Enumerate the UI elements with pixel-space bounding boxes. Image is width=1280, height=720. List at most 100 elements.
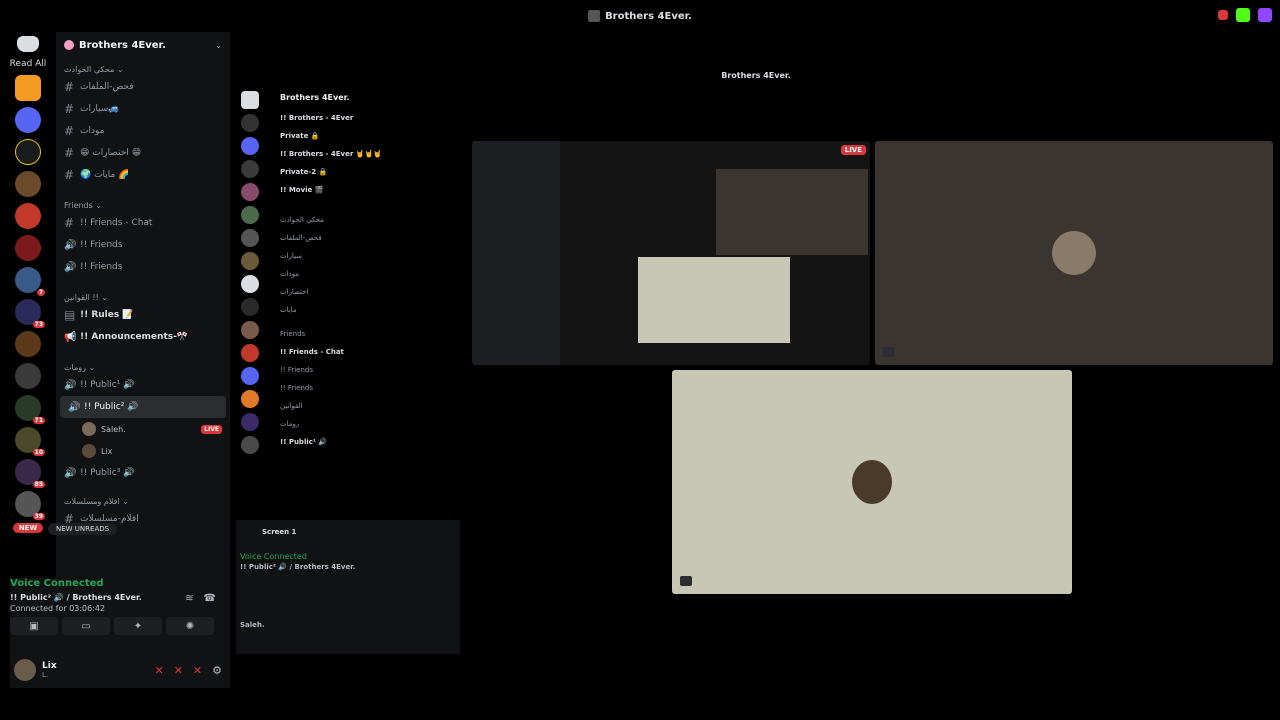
soundboard-button[interactable]: ✺ bbox=[166, 617, 214, 635]
nested-channel[interactable]: فحص-الملفات bbox=[270, 229, 462, 247]
text-channel[interactable]: #!! Friends - Chat bbox=[56, 212, 230, 234]
voice-channel-active[interactable]: 🔊!! Public² 🔊 bbox=[60, 396, 226, 418]
nested-channel[interactable]: مايات bbox=[270, 301, 462, 319]
server-icon[interactable] bbox=[15, 363, 41, 389]
server-icon[interactable] bbox=[241, 321, 259, 339]
headphones-muted-icon[interactable]: ✕ bbox=[193, 664, 202, 677]
voice-channel[interactable]: 🔊!! Friends bbox=[56, 256, 230, 278]
nested-channel[interactable]: !! Brothers - 4Ever bbox=[270, 109, 462, 127]
fullscreen-icon[interactable] bbox=[883, 347, 895, 357]
nested-channel[interactable]: !! Movie 🎬 bbox=[270, 181, 462, 199]
twitch-icon[interactable] bbox=[1258, 8, 1272, 22]
category-header[interactable]: القوانين !! ⌄ bbox=[56, 290, 230, 304]
server-icon[interactable] bbox=[241, 436, 259, 454]
nested-server-name[interactable]: Brothers 4Ever. bbox=[270, 86, 462, 109]
voice-connected-status[interactable]: Voice Connected bbox=[10, 578, 226, 589]
category-header[interactable]: افلام ومسلسلات ⌄ bbox=[56, 494, 230, 508]
chevron-down-icon[interactable]: ⌄ bbox=[215, 41, 222, 50]
stream-tile-camera[interactable] bbox=[672, 370, 1072, 594]
nested-screen-label[interactable]: Screen 1 bbox=[236, 520, 460, 544]
text-channel[interactable]: # مودات bbox=[56, 120, 230, 142]
mic-icon[interactable]: ✕ bbox=[174, 664, 183, 677]
nested-channel[interactable]: Private 🔒 bbox=[270, 127, 462, 145]
server-icon[interactable] bbox=[15, 107, 41, 133]
server-icon[interactable] bbox=[15, 139, 41, 165]
new-unreads-pill[interactable]: NEW UNREADS bbox=[48, 523, 118, 535]
text-channel[interactable]: # 🌍 مايات 🌈 bbox=[56, 164, 230, 186]
text-channel[interactable]: # 😁 اختصارات 😁 bbox=[56, 142, 230, 164]
announcements-channel[interactable]: 📢!! Announcements-🎌 bbox=[56, 326, 230, 348]
voice-channel[interactable]: 🔊!! Public³ 🔊 bbox=[56, 462, 230, 484]
nested-channel[interactable]: !! Friends - Chat bbox=[270, 343, 462, 361]
server-icon[interactable] bbox=[241, 137, 259, 155]
nested-voice-status[interactable]: Voice Connected bbox=[236, 544, 460, 561]
server-icon[interactable]: 85 bbox=[15, 459, 45, 488]
server-icon[interactable] bbox=[241, 206, 259, 224]
server-icon[interactable] bbox=[241, 344, 259, 362]
server-icon[interactable]: 7 bbox=[15, 267, 45, 296]
nested-category[interactable]: رومات bbox=[270, 415, 462, 433]
nested-category[interactable]: محكي الحوادث bbox=[270, 211, 462, 229]
noise-suppression-icon[interactable]: ≋ bbox=[185, 593, 193, 604]
server-icon[interactable] bbox=[241, 390, 259, 408]
camera-button[interactable]: ▣ bbox=[10, 617, 58, 635]
nested-voice-channel[interactable]: !! Public² 🔊 / Brothers 4Ever. bbox=[236, 561, 460, 573]
nested-user-name[interactable]: Saleh. bbox=[236, 619, 460, 631]
stream-tile-camera[interactable] bbox=[875, 141, 1273, 365]
disconnect-icon[interactable]: ☎ bbox=[204, 593, 216, 604]
server-icon[interactable] bbox=[241, 252, 259, 270]
server-icon[interactable] bbox=[15, 331, 41, 357]
nested-channel[interactable]: Private-2 🔒 bbox=[270, 163, 462, 181]
screen-share-button[interactable]: ▭ bbox=[62, 617, 110, 635]
stream-tile-screen[interactable]: LIVE bbox=[472, 141, 870, 365]
nested-channel[interactable]: !! Public¹ 🔊 bbox=[270, 433, 462, 451]
server-icon[interactable]: 10 bbox=[15, 427, 45, 456]
server-icon[interactable] bbox=[241, 91, 259, 109]
server-icon[interactable] bbox=[241, 298, 259, 316]
server-icon[interactable]: 39 bbox=[15, 491, 45, 520]
server-icon[interactable] bbox=[241, 413, 259, 431]
nested-category[interactable]: القوانين bbox=[270, 397, 462, 415]
nested-channel[interactable]: !! Friends bbox=[270, 379, 462, 397]
category-header[interactable]: رومات ⌄ bbox=[56, 360, 230, 374]
server-icon[interactable] bbox=[15, 203, 41, 229]
activity-button[interactable]: ✦ bbox=[114, 617, 162, 635]
nested-category[interactable]: Friends bbox=[270, 325, 462, 343]
discord-home-icon[interactable] bbox=[17, 36, 39, 52]
gear-icon[interactable]: ⚙ bbox=[212, 664, 222, 677]
avatar[interactable] bbox=[14, 659, 36, 681]
nested-channel[interactable]: !! Brothers - 4Ever 🤘🤘🤘 bbox=[270, 145, 462, 163]
server-icon[interactable]: 71 bbox=[15, 395, 45, 424]
category-header[interactable]: محكي الحوادث ⌄ bbox=[56, 62, 230, 76]
mic-muted-icon[interactable]: ✕ bbox=[154, 664, 163, 677]
server-icon[interactable] bbox=[241, 183, 259, 201]
server-icon[interactable] bbox=[241, 160, 259, 178]
server-icon[interactable] bbox=[241, 367, 259, 385]
user-name[interactable]: Lix bbox=[42, 661, 57, 671]
voice-user[interactable]: Lix bbox=[56, 440, 230, 462]
nested-channel[interactable]: !! Friends bbox=[270, 361, 462, 379]
voice-channel[interactable]: 🔊!! Public¹ 🔊 bbox=[56, 374, 230, 396]
server-icon[interactable] bbox=[241, 114, 259, 132]
nested-channel[interactable]: اختصارات bbox=[270, 283, 462, 301]
text-channel[interactable]: # فحص-الملفات bbox=[56, 76, 230, 98]
nested-channel[interactable]: مودات bbox=[270, 265, 462, 283]
server-icon[interactable]: 73 bbox=[15, 299, 45, 328]
server-header[interactable]: Brothers 4Ever. ⌄ bbox=[56, 34, 230, 56]
inbox-icon[interactable] bbox=[1218, 10, 1228, 20]
category-header[interactable]: Friends ⌄ bbox=[56, 198, 230, 212]
text-channel[interactable]: # سيارات🚙 bbox=[56, 98, 230, 120]
voice-channel[interactable]: 🔊!! Friends bbox=[56, 234, 230, 256]
rules-channel[interactable]: ▤!! Rules 📝 bbox=[56, 304, 230, 326]
server-icon[interactable] bbox=[241, 275, 259, 293]
server-icon[interactable] bbox=[15, 75, 41, 101]
nested-channel[interactable]: سيارات bbox=[270, 247, 462, 265]
voice-user[interactable]: Saleh. LIVE bbox=[56, 418, 230, 440]
new-badge[interactable]: NEW bbox=[12, 523, 44, 533]
server-icon[interactable] bbox=[15, 171, 41, 197]
kick-icon[interactable] bbox=[1236, 8, 1250, 22]
server-icon[interactable] bbox=[241, 229, 259, 247]
fullscreen-icon[interactable] bbox=[680, 576, 692, 586]
server-icon[interactable] bbox=[15, 235, 41, 261]
read-all-button[interactable]: Read All bbox=[10, 59, 47, 69]
